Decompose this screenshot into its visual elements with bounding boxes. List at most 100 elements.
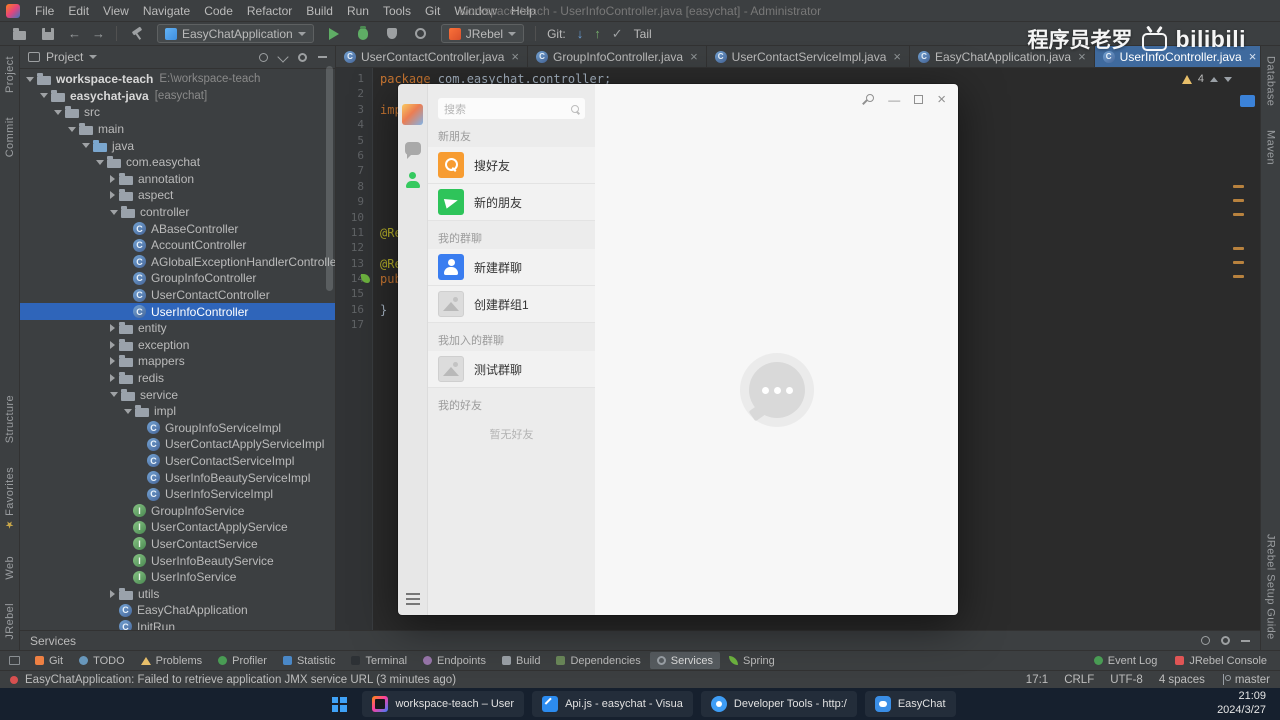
tree-item-com-easychat[interactable]: com.easychat xyxy=(20,154,335,171)
stripe-button-structure[interactable]: Structure xyxy=(4,395,16,443)
chevron-expanded-icon[interactable] xyxy=(40,93,48,99)
tree-item-aspect[interactable]: aspect xyxy=(20,187,335,204)
chevron-collapsed-icon[interactable] xyxy=(110,589,115,598)
tree-item-mappers[interactable]: mappers xyxy=(20,353,335,370)
contact-item-item[interactable]: 测试群聊 xyxy=(428,351,595,388)
next-issue-icon[interactable] xyxy=(1224,76,1232,82)
contact-item-item[interactable]: 新建群聊 xyxy=(428,249,595,286)
close-icon[interactable]: × xyxy=(937,92,946,107)
warning-stripe-mark[interactable] xyxy=(1233,275,1244,278)
chevron-collapsed-icon[interactable] xyxy=(110,174,115,183)
tree-item-impl[interactable]: impl xyxy=(20,403,335,420)
tail-button[interactable]: Tail xyxy=(634,27,652,41)
tool-button-problems[interactable]: Problems xyxy=(134,652,209,669)
stripe-button-project[interactable]: Project xyxy=(4,56,16,93)
tree-item-userinfocontroller[interactable]: C UserInfoController xyxy=(20,303,335,320)
menu-item-code[interactable]: Code xyxy=(197,0,240,21)
tab-close-icon[interactable]: × xyxy=(511,50,519,63)
stripe-button-maven[interactable]: Maven xyxy=(1265,130,1277,165)
avatar[interactable] xyxy=(402,104,423,125)
taskbar-app-easychat[interactable]: EasyChat xyxy=(864,691,956,717)
chevron-collapsed-icon[interactable] xyxy=(110,324,115,333)
tree-item-groupinfoserviceimpl[interactable]: C GroupInfoServiceImpl xyxy=(20,419,335,436)
chevron-collapsed-icon[interactable] xyxy=(110,357,115,366)
tab-close-icon[interactable]: × xyxy=(893,50,901,63)
back-icon[interactable]: ← xyxy=(68,27,81,40)
menu-item-tools[interactable]: Tools xyxy=(376,0,418,21)
status-widget-utf-8[interactable]: UTF-8 xyxy=(1110,674,1143,686)
chevron-expanded-icon[interactable] xyxy=(68,126,76,132)
tool-button-statistic[interactable]: Statistic xyxy=(276,652,343,669)
chevron-expanded-icon[interactable] xyxy=(110,392,118,398)
tool-button-dependencies[interactable]: Dependencies xyxy=(549,652,647,669)
chevron-collapsed-icon[interactable] xyxy=(110,340,115,349)
warning-stripe-mark[interactable] xyxy=(1233,185,1244,188)
tree-item-usercontactserviceimpl[interactable]: C UserContactServiceImpl xyxy=(20,453,335,470)
locate-icon[interactable] xyxy=(259,52,268,62)
run-config-combo[interactable]: EasyChatApplication xyxy=(157,24,314,43)
run-button[interactable] xyxy=(325,25,343,43)
taskbar-app-workspace-teach-user[interactable]: workspace-teach – User xyxy=(362,691,525,717)
tree-item-src[interactable]: src xyxy=(20,104,335,121)
menu-item-file[interactable]: File xyxy=(28,0,61,21)
git-check-icon[interactable]: ✓ xyxy=(612,27,623,40)
menu-item-run[interactable]: Run xyxy=(340,0,376,21)
jrebel-combo[interactable]: JRebel xyxy=(440,24,525,43)
collapse-all-icon[interactable] xyxy=(277,51,289,63)
tree-item-accountcontroller[interactable]: C AccountController xyxy=(20,237,335,254)
tool-button-git[interactable]: Git xyxy=(28,652,70,669)
tree-item-workspace-teach[interactable]: workspace-teach E:\workspace-teach xyxy=(20,71,335,88)
taskbar-clock[interactable]: 21:09 2024/3/27 xyxy=(1217,690,1266,718)
tree-item-main[interactable]: main xyxy=(20,121,335,138)
warning-stripe-mark[interactable] xyxy=(1233,213,1244,216)
inspections-widget[interactable]: 4 xyxy=(1181,73,1232,85)
chevron-expanded-icon[interactable] xyxy=(124,408,132,414)
chevron-collapsed-icon[interactable] xyxy=(110,191,115,200)
maximize-icon[interactable] xyxy=(914,95,924,104)
tree-item-utils[interactable]: utils xyxy=(20,585,335,602)
warning-stripe-mark[interactable] xyxy=(1233,261,1244,264)
tree-item-entity[interactable]: entity xyxy=(20,320,335,337)
tree-item-easychatapplication[interactable]: C EasyChatApplication xyxy=(20,602,335,619)
project-panel-title[interactable]: Project xyxy=(46,50,83,64)
contact-item-item[interactable]: 搜好友 xyxy=(428,147,595,184)
chevron-expanded-icon[interactable] xyxy=(110,209,118,215)
taskbar-app-developer-tools-http[interactable]: Developer Tools - http:/ xyxy=(700,691,857,717)
build-hammer-icon[interactable] xyxy=(128,25,146,43)
menu-icon[interactable] xyxy=(405,593,420,605)
chats-tab-icon[interactable] xyxy=(404,142,421,159)
tree-item-abasecontroller[interactable]: C ABaseController xyxy=(20,220,335,237)
warning-stripe-mark[interactable] xyxy=(1233,247,1244,250)
contact-item-item[interactable]: 新的朋友 xyxy=(428,184,595,221)
tab-close-icon[interactable]: × xyxy=(690,50,698,63)
editor-tab-groupinfocontroller-java[interactable]: C GroupInfoController.java × xyxy=(528,46,707,67)
stripe-button-commit[interactable]: Commit xyxy=(4,117,16,157)
menu-item-git[interactable]: Git xyxy=(418,0,447,21)
status-widget-branch[interactable]: master xyxy=(1221,674,1270,686)
code-line[interactable]: } xyxy=(380,303,387,318)
profiler-button[interactable] xyxy=(412,25,430,43)
tree-item-userinfobeautyserviceimpl[interactable]: C UserInfoBeautyServiceImpl xyxy=(20,469,335,486)
tree-item-annotation[interactable]: annotation xyxy=(20,171,335,188)
hide-icon[interactable] xyxy=(1241,639,1250,642)
tree-item-java[interactable]: java xyxy=(20,137,335,154)
search-input[interactable]: 搜索 xyxy=(438,98,585,119)
contacts-tab-icon[interactable] xyxy=(405,172,421,188)
git-update-icon[interactable]: ↓ xyxy=(577,27,584,40)
scrollbar-thumb[interactable] xyxy=(1240,95,1255,107)
status-widget-crlf[interactable]: CRLF xyxy=(1064,674,1094,686)
tool-button-todo[interactable]: TODO xyxy=(72,652,132,669)
tool-button-jrebel-console[interactable]: JRebel Console xyxy=(1168,652,1274,669)
stripe-button-jrebel-setup-guide[interactable]: JRebel Setup Guide xyxy=(1265,534,1277,640)
start-button[interactable] xyxy=(324,691,354,717)
tree-item-usercontactcontroller[interactable]: C UserContactController xyxy=(20,287,335,304)
tool-button-endpoints[interactable]: Endpoints xyxy=(416,652,493,669)
menu-item-edit[interactable]: Edit xyxy=(61,0,96,21)
tree-item-userinfoserviceimpl[interactable]: C UserInfoServiceImpl xyxy=(20,486,335,503)
tree-item-initrun[interactable]: C InitRun xyxy=(20,619,335,630)
editor-tab-usercontactcontroller-java[interactable]: C UserContactController.java × xyxy=(336,46,528,67)
tree-item-groupinfocontroller[interactable]: C GroupInfoController xyxy=(20,270,335,287)
git-push-icon[interactable]: ↑ xyxy=(594,27,601,40)
services-panel-title[interactable]: Services xyxy=(30,634,76,648)
warning-stripe-mark[interactable] xyxy=(1233,199,1244,202)
